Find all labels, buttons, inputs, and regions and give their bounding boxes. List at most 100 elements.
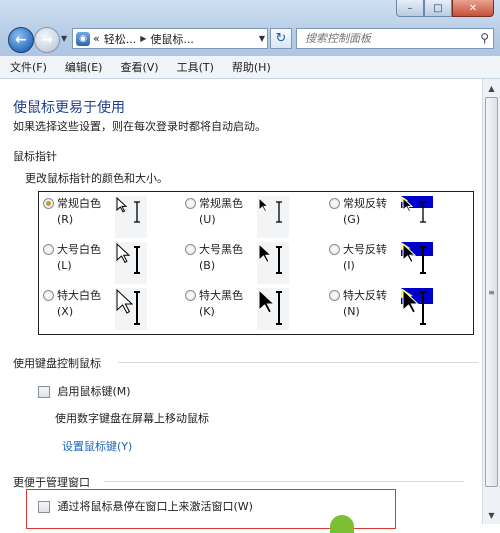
back-button[interactable]: ←	[8, 27, 34, 53]
pointer-preview-invert-icon	[401, 288, 433, 330]
search-box[interactable]: ⚲	[296, 28, 494, 49]
pointer-option-shortcut: (L)	[57, 259, 72, 272]
pointer-radio-1[interactable]	[43, 198, 54, 209]
pointer-option-7[interactable]: 特大白色 (X)	[43, 288, 101, 320]
pointer-radio-9[interactable]	[329, 290, 340, 301]
search-icon[interactable]: ⚲	[480, 31, 489, 45]
pointer-option-name: 特大反转	[343, 289, 387, 302]
pointer-option-6[interactable]: 大号反转 (I)	[329, 242, 387, 274]
page-title: 使鼠标更易于使用	[13, 100, 125, 116]
pointer-option-9[interactable]: 特大反转 (N)	[329, 288, 387, 320]
pointer-option-label: 大号白色 (L)	[57, 242, 101, 274]
pointer-option-3[interactable]: 常规反转 (G)	[329, 196, 387, 228]
pointer-option-1[interactable]: 常规白色 (R)	[43, 196, 101, 228]
breadcrumb-mouse-page[interactable]: 使鼠标...	[150, 31, 194, 47]
pointer-option-shortcut: (B)	[199, 259, 216, 272]
pointer-option-label: 大号黑色 (B)	[199, 242, 243, 274]
decorative-green-shape	[330, 515, 354, 533]
pointers-section-title: 鼠标指针	[13, 150, 57, 163]
pointer-preview-white-icon	[115, 242, 147, 284]
pointer-option-5[interactable]: 大号黑色 (B)	[185, 242, 243, 274]
menu-edit[interactable]: 编辑(E)	[55, 59, 111, 75]
minimize-button[interactable]: –	[396, 0, 424, 17]
pointer-option-label: 常规白色 (R)	[57, 196, 101, 228]
pointer-option-name: 大号反转	[343, 243, 387, 256]
pointer-option-shortcut: (U)	[199, 213, 216, 226]
title-bar: – □ ✕ ← → ▼ ◉ « 轻松... ▶ 使鼠标... ▼ ↻ ⚲	[0, 0, 500, 56]
hover-activate-label: 通过将鼠标悬停在窗口上来激活窗口(W)	[57, 500, 253, 513]
mouse-keys-label: 启用鼠标键(M)	[57, 385, 131, 398]
pointer-option-shortcut: (K)	[199, 305, 215, 318]
mouse-keys-description: 使用数字键盘在屏幕上移动鼠标	[55, 412, 209, 425]
pointer-option-shortcut: (R)	[57, 213, 74, 226]
pointer-radio-6[interactable]	[329, 244, 340, 255]
menu-tools[interactable]: 工具(T)	[167, 59, 222, 75]
pointer-option-shortcut: (G)	[343, 213, 361, 226]
pointer-option-2[interactable]: 常规黑色 (U)	[185, 196, 243, 228]
pointer-preview-invert-icon	[401, 242, 433, 284]
setup-mouse-keys-link[interactable]: 设置鼠标键(Y)	[62, 438, 132, 454]
address-bar[interactable]: ◉ « 轻松... ▶ 使鼠标... ▼	[72, 28, 268, 49]
pointer-option-name: 大号黑色	[199, 243, 243, 256]
pointer-preview-black-icon	[257, 242, 289, 284]
pointer-preview-invert-icon	[401, 196, 433, 238]
search-input[interactable]	[303, 31, 477, 46]
pointer-preview-black-icon	[257, 288, 289, 330]
window-controls: – □ ✕	[396, 0, 494, 17]
pointer-preview-white-icon	[115, 196, 147, 238]
menu-view[interactable]: 查看(V)	[110, 59, 166, 75]
control-panel-icon: ◉	[76, 31, 90, 46]
keyboard-section-divider	[118, 362, 478, 363]
menu-file[interactable]: 文件(F)	[0, 59, 55, 75]
scroll-down-arrow-icon[interactable]: ▼	[483, 507, 500, 523]
pointer-radio-4[interactable]	[43, 244, 54, 255]
breadcrumb-ease-of-access[interactable]: 轻松...	[104, 31, 137, 47]
recent-pages-dropdown-icon[interactable]: ▼	[61, 34, 67, 43]
pointer-option-4[interactable]: 大号白色 (L)	[43, 242, 101, 274]
windows-section-title: 更便于管理窗口	[13, 476, 90, 489]
address-dropdown-icon[interactable]: ▼	[259, 34, 265, 43]
windows-section-divider	[104, 481, 464, 482]
maximize-button[interactable]: □	[424, 0, 452, 17]
scroll-up-arrow-icon[interactable]: ▲	[483, 80, 500, 96]
pointer-option-label: 常规黑色 (U)	[199, 196, 243, 228]
pointer-option-name: 常规白色	[57, 197, 101, 210]
pointer-option-name: 特大黑色	[199, 289, 243, 302]
pointer-option-label: 大号反转 (I)	[343, 242, 387, 274]
keyboard-section-title: 使用键盘控制鼠标	[13, 357, 101, 370]
pointer-option-shortcut: (X)	[57, 305, 74, 318]
hover-activate-checkbox[interactable]	[38, 501, 50, 513]
chevron-right-icon[interactable]: ▶	[140, 34, 146, 43]
hover-activate-option[interactable]: 通过将鼠标悬停在窗口上来激活窗口(W)	[38, 498, 253, 514]
pointer-option-label: 特大白色 (X)	[57, 288, 101, 320]
pointer-option-shortcut: (I)	[343, 259, 355, 272]
content-pane: 使鼠标更易于使用 如果选择这些设置，则在每次登录时都将自动启动。 鼠标指针 更改…	[0, 79, 482, 533]
mouse-keys-checkbox[interactable]	[38, 386, 50, 398]
mouse-keys-option[interactable]: 启用鼠标键(M)	[38, 383, 131, 399]
pointer-option-8[interactable]: 特大黑色 (K)	[185, 288, 243, 320]
navigation-row: ← → ▼ ◉ « 轻松... ▶ 使鼠标... ▼ ↻ ⚲	[0, 26, 500, 54]
pointer-radio-2[interactable]	[185, 198, 196, 209]
breadcrumb-overflow[interactable]: «	[93, 32, 100, 45]
pointer-radio-3[interactable]	[329, 198, 340, 209]
menu-help[interactable]: 帮助(H)	[222, 59, 279, 75]
forward-button[interactable]: →	[34, 27, 60, 53]
close-button[interactable]: ✕	[452, 0, 494, 17]
pointer-scheme-box: 常规白色 (R) 常规黑色 (U) 常规反转 (G) 大号白色 (L) 大号黑色 (B) 大号反转 (…	[38, 191, 474, 335]
pointer-radio-5[interactable]	[185, 244, 196, 255]
scroll-thumb[interactable]: ≡	[485, 97, 498, 487]
pointer-option-name: 大号白色	[57, 243, 101, 256]
pointer-option-name: 常规反转	[343, 197, 387, 210]
menu-bar: 文件(F) 编辑(E) 查看(V) 工具(T) 帮助(H)	[0, 56, 500, 79]
refresh-icon: ↻	[275, 31, 287, 46]
refresh-button[interactable]: ↻	[270, 28, 292, 49]
vertical-scrollbar[interactable]: ▲ ≡ ▼	[482, 79, 500, 524]
pointer-option-name: 特大白色	[57, 289, 101, 302]
pointer-option-shortcut: (N)	[343, 305, 360, 318]
pointer-preview-black-icon	[257, 196, 289, 238]
pointer-option-label: 特大黑色 (K)	[199, 288, 243, 320]
pointer-option-label: 常规反转 (G)	[343, 196, 387, 228]
pointer-radio-8[interactable]	[185, 290, 196, 301]
pointer-option-label: 特大反转 (N)	[343, 288, 387, 320]
pointer-radio-7[interactable]	[43, 290, 54, 301]
